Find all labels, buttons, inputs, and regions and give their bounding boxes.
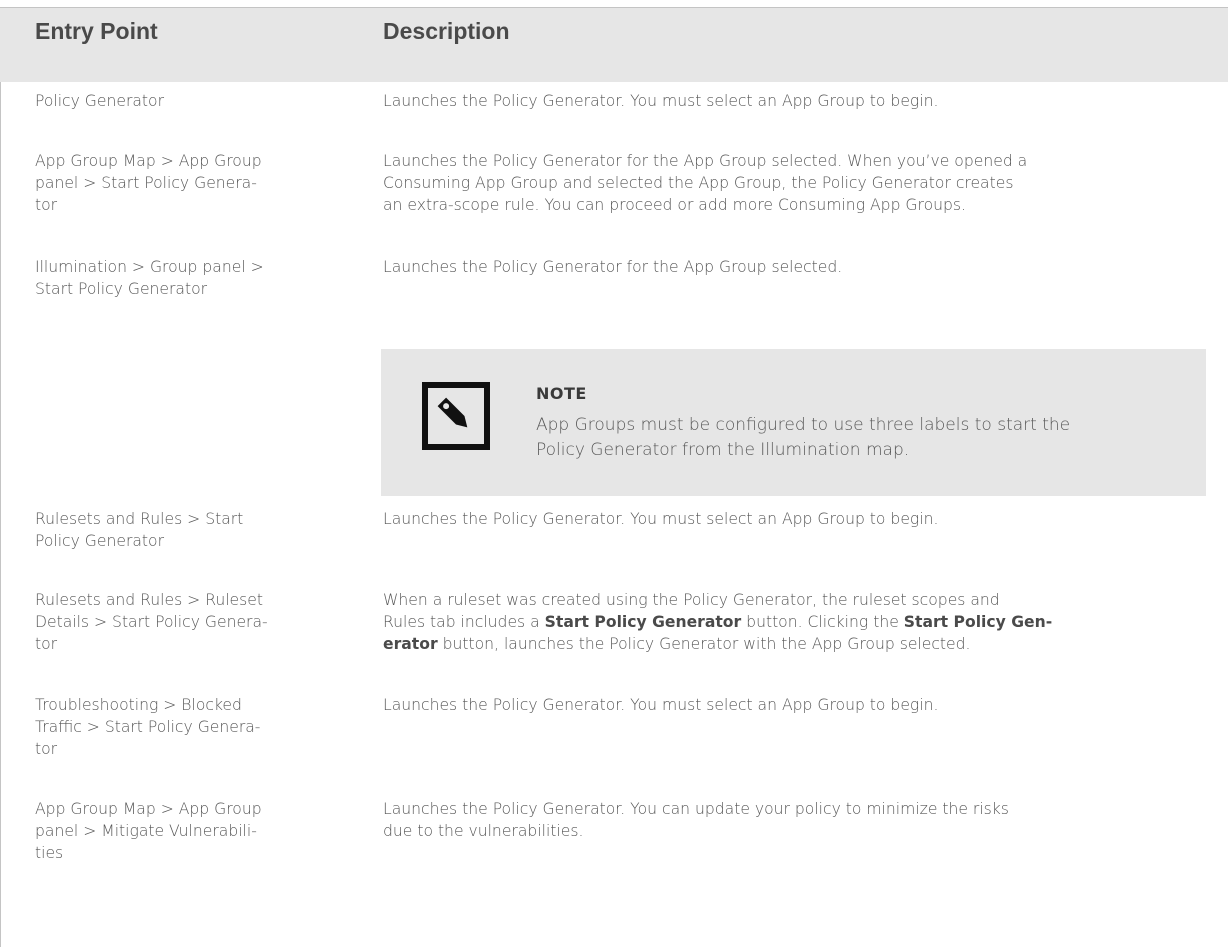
note-text-line: App Groups must be configured to use thr… (536, 415, 1071, 435)
row-2-entry: App Group Map > App Group panel > Start … (35, 150, 335, 216)
row-4-description: Launches the Policy Generator. You must … (383, 510, 939, 528)
row-4-entry-line: Policy Generator (35, 532, 164, 550)
row-7-entry-line: App Group Map > App Group (35, 800, 262, 818)
row-1-description: Launches the Policy Generator. You must … (383, 92, 939, 110)
tag-icon (422, 382, 490, 450)
row-7-description-line: Launches the Policy Generator. You can u… (383, 800, 1009, 818)
row-5-description-line: When a ruleset was created using the Pol… (383, 591, 1000, 609)
row-5-entry-line: tor (35, 635, 58, 653)
row-5-entry-line: Details > Start Policy Genera- (35, 613, 268, 631)
row-1-entry: Policy Generator (35, 92, 164, 110)
row-2-description: Launches the Policy Generator for the Ap… (383, 150, 1223, 216)
note-title: NOTE (536, 384, 587, 403)
row-2-entry-line: App Group Map > App Group (35, 152, 262, 170)
row-5-description-line: erator button, launches the Policy Gener… (383, 633, 1223, 655)
row-5-description-line: Rules tab includes a Start Policy Genera… (383, 611, 1223, 633)
row-5-entry: Rulesets and Rules > Ruleset Details > S… (35, 589, 335, 655)
row-7-entry: App Group Map > App Group panel > Mitiga… (35, 798, 335, 864)
row-3-description: Launches the Policy Generator for the Ap… (383, 258, 843, 276)
row-2-description-line: Launches the Policy Generator for the Ap… (383, 152, 1028, 170)
text-span: button. Clicking the (741, 613, 904, 631)
bold-term: Start Policy Gen- (903, 613, 1053, 631)
row-5-description: When a ruleset was created using the Pol… (383, 589, 1223, 655)
text-span: button, launches the Policy Generator wi… (437, 635, 971, 653)
row-7-entry-line: panel > Mitigate Vulnerabili- (35, 822, 257, 840)
row-3-entry: Illumination > Group panel > Start Polic… (35, 256, 335, 300)
row-6-entry-line: Traffic > Start Policy Genera- (35, 718, 261, 736)
note-callout: NOTE App Groups must be configured to us… (381, 349, 1206, 496)
row-6-description: Launches the Policy Generator. You must … (383, 696, 939, 714)
row-3-entry-line: Illumination > Group panel > (35, 258, 264, 276)
row-2-description-line: an extra-scope rule. You can proceed or … (383, 196, 966, 214)
row-2-description-line: Consuming App Group and selected the App… (383, 174, 1014, 192)
row-7-entry-line: ties (35, 844, 64, 862)
row-7-description: Launches the Policy Generator. You can u… (383, 798, 1223, 842)
row-3-entry-line: Start Policy Generator (35, 280, 208, 298)
bold-term: Start Policy Generator (544, 613, 742, 631)
row-6-entry-line: Troubleshooting > Blocked (35, 696, 242, 714)
text-span: Rules tab includes a (383, 613, 545, 631)
header-description: Description (383, 18, 510, 44)
row-4-entry: Rulesets and Rules > Start Policy Genera… (35, 508, 335, 552)
row-2-entry-line: tor (35, 196, 58, 214)
header-entry-point: Entry Point (35, 18, 158, 44)
row-6-entry-line: tor (35, 740, 58, 758)
row-7-description-line: due to the vulnerabilities. (383, 822, 584, 840)
row-2-entry-line: panel > Start Policy Genera- (35, 174, 257, 192)
bold-term: erator (383, 635, 438, 653)
row-4-entry-line: Rulesets and Rules > Start (35, 510, 244, 528)
row-5-entry-line: Rulesets and Rules > Ruleset (35, 591, 263, 609)
note-text-line: Policy Generator from the Illumination m… (536, 440, 910, 460)
table-header: Entry Point Description (0, 7, 1228, 82)
note-text: App Groups must be configured to use thr… (536, 413, 1176, 463)
row-6-entry: Troubleshooting > Blocked Traffic > Star… (35, 694, 335, 760)
